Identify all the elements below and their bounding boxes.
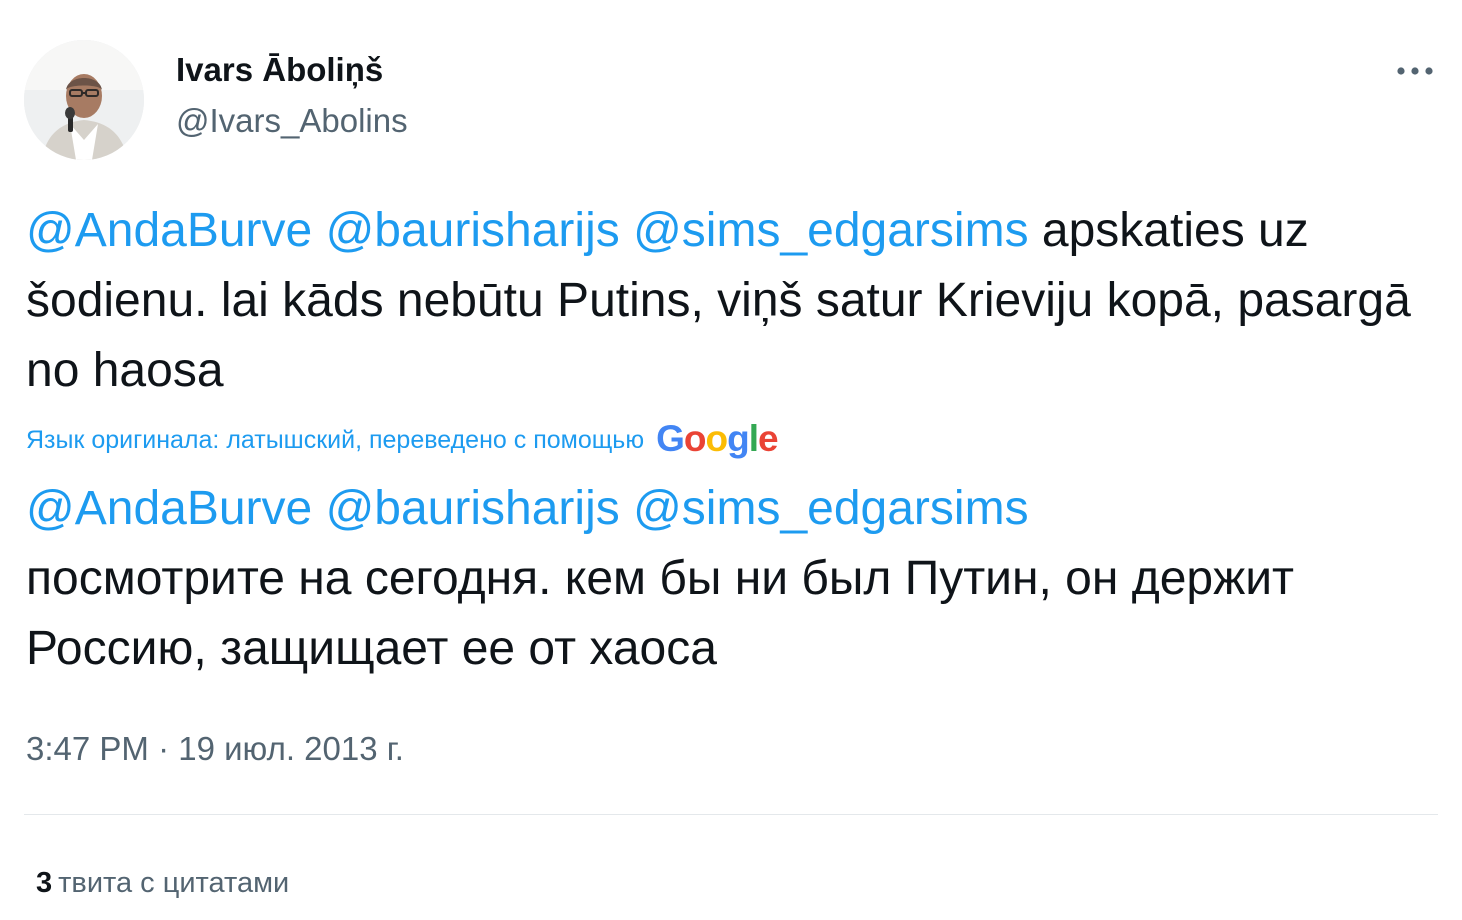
translation-note-text[interactable]: Язык оригинала: латышский, переведено с … [26, 422, 644, 458]
quote-count: 3 [36, 867, 53, 899]
tweet-body-translated: посмотрите на сегодня. кем бы ни был Пут… [26, 552, 1295, 675]
avatar[interactable] [24, 40, 144, 160]
tweet-text-translated: @AndaBurve @baurisharijs @sims_edgarsims… [26, 474, 1446, 684]
mention-link[interactable]: @sims_edgarsims [633, 482, 1028, 535]
divider [24, 814, 1438, 815]
timestamp-separator: · [158, 730, 170, 767]
tweet-time[interactable]: 3:47 PM [26, 730, 149, 767]
translation-attribution: Язык оригинала: латышский, переведено с … [26, 418, 779, 460]
quote-label: твита с цитатами [58, 867, 290, 899]
author-display-name[interactable]: Ivars Āboliņš [176, 50, 383, 90]
tweet-card: Ivars Āboliņš @Ivars_Abolins @AndaBurve … [0, 0, 1462, 920]
mention-link[interactable]: @baurisharijs [326, 204, 620, 257]
mention-link[interactable]: @AndaBurve [26, 482, 312, 535]
mention-link[interactable]: @baurisharijs [326, 482, 620, 535]
tweet-date[interactable]: 19 июл. 2013 г. [178, 730, 404, 767]
more-horizontal-icon [1397, 67, 1433, 75]
avatar-photo [24, 40, 144, 160]
google-logo: Google [656, 418, 778, 459]
tweet-text-original: @AndaBurve @baurisharijs @sims_edgarsims… [26, 196, 1446, 406]
author-handle[interactable]: @Ivars_Abolins [176, 101, 408, 141]
tweet-timestamp: 3:47 PM · 19 июл. 2013 г. [26, 728, 404, 770]
mention-link[interactable]: @sims_edgarsims [633, 204, 1028, 257]
more-options-button[interactable] [1388, 48, 1442, 94]
quote-tweets-link[interactable]: 3 твита с цитатами [36, 864, 289, 902]
mention-link[interactable]: @AndaBurve [26, 204, 312, 257]
